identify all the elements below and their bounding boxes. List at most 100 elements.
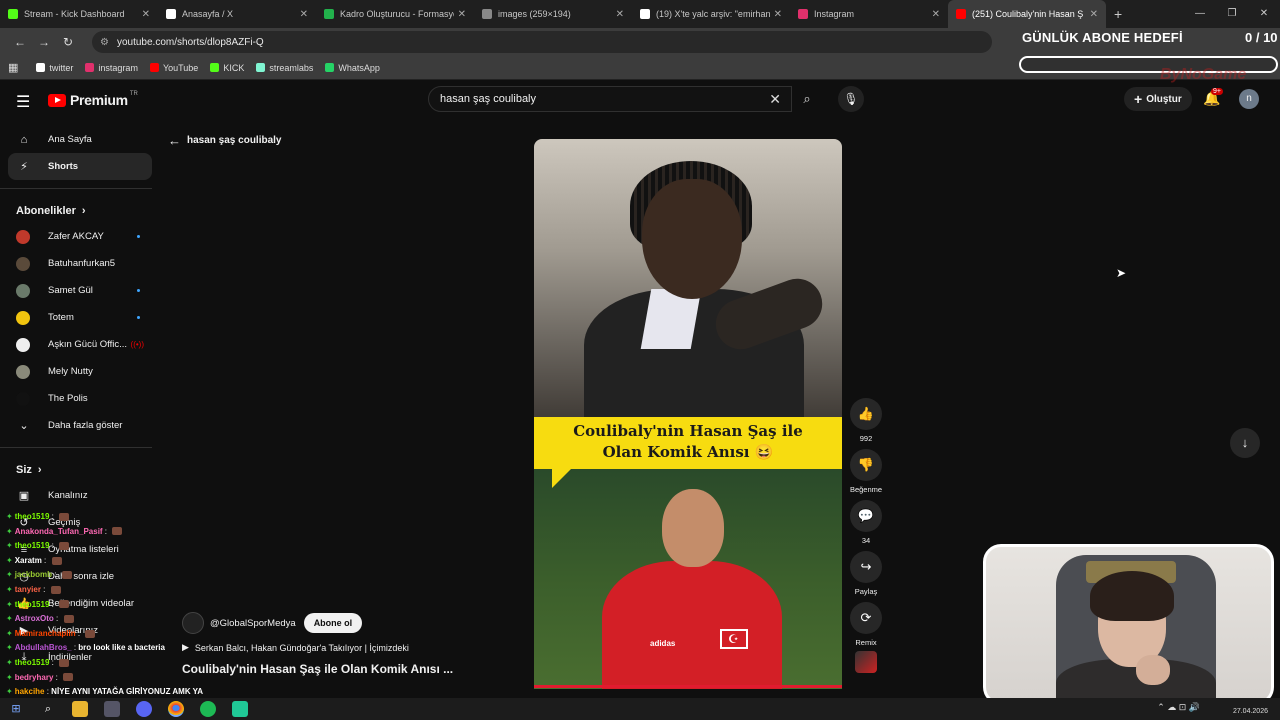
- next-short-arrow-icon[interactable]: ↓: [1230, 428, 1260, 458]
- short-video-player[interactable]: adidas Coulibaly'nin Hasan Şaş ile Olan …: [534, 139, 842, 689]
- back-to-search[interactable]: ← hasan şaş coulibaly: [168, 133, 282, 148]
- chrome-icon[interactable]: [168, 701, 184, 717]
- sidebar-item[interactable]: ⚡ Shorts: [8, 153, 152, 180]
- short-title[interactable]: Coulibaly'nin Hasan Şaş ile Olan Komik A…: [182, 662, 453, 676]
- file-explorer-icon[interactable]: [72, 701, 88, 717]
- channel-avatar: [16, 391, 30, 406]
- tab-title: images (259×194): [498, 9, 571, 19]
- close-tab-icon[interactable]: ✕: [1090, 9, 1098, 20]
- subscription-item[interactable]: Totem: [8, 304, 152, 331]
- new-tab-icon[interactable]: +: [1114, 6, 1122, 22]
- emote-icon: [63, 673, 74, 682]
- bookmark-item[interactable]: KICK: [210, 63, 244, 73]
- remix-action[interactable]: ⟳ Remix: [848, 602, 884, 673]
- subscription-item[interactable]: Batuhanfurkan5: [8, 250, 152, 277]
- notifications-icon[interactable]: 🔔 9+: [1203, 88, 1223, 107]
- sound-thumbnail[interactable]: [855, 651, 877, 673]
- sidebar-item[interactable]: ⌂ Ana Sayfa: [8, 126, 152, 153]
- subscription-item[interactable]: Samet Gül: [8, 277, 152, 304]
- browser-tab[interactable]: (251) Coulibaly'nin Hasan Ş ✕: [948, 0, 1106, 28]
- menu-icon[interactable]: ☰: [16, 92, 30, 112]
- like-action[interactable]: 👍 992: [848, 398, 884, 443]
- subscribe-button[interactable]: Abone ol: [303, 613, 363, 633]
- sidebar-item-label: Kanalınız: [48, 490, 88, 501]
- remix-icon[interactable]: ⟳: [850, 602, 882, 634]
- windows-start-icon[interactable]: ⊞: [8, 701, 24, 717]
- search-icon[interactable]: ⌕: [792, 86, 822, 112]
- goal-title: GÜNLÜK ABONE HEDEFİ: [1022, 30, 1183, 45]
- bookmark-item[interactable]: YouTube: [149, 63, 198, 73]
- chat-message: ✦ theo1519 :: [6, 539, 206, 554]
- browser-tab[interactable]: Kadro Oluşturucu - Formasyon ✕: [316, 0, 474, 28]
- app-icon[interactable]: [104, 701, 120, 717]
- browser-tab[interactable]: images (259×194) ✕: [474, 0, 632, 28]
- channel-name[interactable]: @GlobalSporMedya: [210, 618, 296, 629]
- close-tab-icon[interactable]: ✕: [458, 9, 466, 20]
- site-info-icon[interactable]: ⚙: [100, 37, 109, 48]
- subscription-item[interactable]: Zafer AKCAY: [8, 223, 152, 250]
- url-field[interactable]: ⚙ youtube.com/shorts/dlop8AZFi-Q: [92, 31, 992, 53]
- close-tab-icon[interactable]: ✕: [142, 9, 150, 20]
- maximize-icon[interactable]: ❐: [1216, 0, 1248, 28]
- clear-search-icon[interactable]: ✕: [769, 91, 781, 108]
- dislike-action[interactable]: 👎 Beğenme: [848, 449, 884, 494]
- share-action[interactable]: ↪ Paylaş: [848, 551, 884, 596]
- forward-arrow-icon[interactable]: →: [32, 35, 56, 49]
- create-button[interactable]: + Oluştur: [1124, 87, 1192, 111]
- banner-line-2: Olan Komik Anısı 😆: [602, 443, 774, 461]
- comments-action[interactable]: 💬 34: [848, 500, 884, 545]
- minimize-icon[interactable]: —: [1184, 0, 1216, 28]
- bookmark-item[interactable]: streamlabs: [256, 63, 313, 73]
- thumbs-down-icon[interactable]: 👎: [850, 449, 882, 481]
- share-icon[interactable]: ↪: [850, 551, 882, 583]
- subscriptions-heading[interactable]: Abonelikler ›: [8, 195, 152, 223]
- close-tab-icon[interactable]: ✕: [616, 9, 624, 20]
- close-tab-icon[interactable]: ✕: [300, 9, 308, 20]
- chat-username: AbdullahBros_: [14, 643, 72, 653]
- search-icon[interactable]: ⌕: [40, 701, 56, 717]
- apps-grid-icon[interactable]: ▦: [8, 61, 18, 74]
- banner-tail: [552, 468, 572, 488]
- bookmark-favicon-icon: [210, 63, 220, 72]
- bookmark-item[interactable]: twitter: [36, 63, 73, 73]
- browser-tab[interactable]: Anasayfa / X ✕: [158, 0, 316, 28]
- chat-text: bro look like a bacteria: [78, 643, 165, 653]
- system-tray[interactable]: ⌃ ☁ ⊡ 🔊: [1157, 702, 1200, 713]
- browser-tab[interactable]: (19) X'te yalc arşiv: "emirhan de ✕: [632, 0, 790, 28]
- search-input[interactable]: hasan şaş coulibaly ✕: [428, 86, 792, 112]
- you-heading[interactable]: Siz ›: [8, 454, 152, 482]
- dislike-label: Beğenme: [849, 485, 883, 494]
- microphone-icon[interactable]: 🎙: [838, 86, 864, 112]
- tab-title: Anasayfa / X: [182, 9, 234, 19]
- streamer-hand: [1136, 655, 1170, 685]
- video-progress-bar[interactable]: [534, 685, 842, 688]
- subscription-item[interactable]: Aşkın Gücü Offic... ((•)): [8, 331, 152, 358]
- browser-tab[interactable]: Stream - Kick Dashboard ✕: [0, 0, 158, 28]
- avatar[interactable]: n: [1239, 89, 1259, 109]
- browser-tab-bar: Stream - Kick Dashboard ✕ Anasayfa / X ✕ Kad…: [0, 0, 1280, 28]
- chat-username: theo1519: [14, 512, 50, 521]
- comment-icon[interactable]: 💬: [850, 500, 882, 532]
- tab-favicon-icon: [482, 9, 492, 19]
- bookmark-favicon-icon: [256, 63, 266, 72]
- sidebar-item[interactable]: ▣ Kanalınız: [8, 482, 152, 509]
- subscription-item[interactable]: Mely Nutty: [8, 358, 152, 385]
- discord-icon[interactable]: [136, 701, 152, 717]
- bookmark-item[interactable]: WhatsApp: [325, 63, 380, 73]
- back-arrow-icon[interactable]: ←: [8, 35, 32, 49]
- close-window-icon[interactable]: ✕: [1248, 0, 1280, 28]
- close-tab-icon[interactable]: ✕: [932, 9, 940, 20]
- subscription-item[interactable]: The Polis: [8, 385, 152, 412]
- app2-icon[interactable]: [232, 701, 248, 717]
- tab-favicon-icon: [166, 9, 176, 19]
- spotify-icon[interactable]: [200, 701, 216, 717]
- bookmark-item[interactable]: instagram: [85, 63, 138, 73]
- thumbs-up-icon[interactable]: 👍: [850, 398, 882, 430]
- youtube-logo[interactable]: Premium TR: [48, 91, 138, 108]
- reload-icon[interactable]: ↻: [56, 35, 80, 49]
- browser-tab[interactable]: Instagram ✕: [790, 0, 948, 28]
- subscription-label: Zafer AKCAY: [48, 231, 104, 242]
- music-row[interactable]: ▶ Serkan Balcı, Hakan Gündoğar'a Takılıy…: [182, 642, 453, 653]
- sidebar-item[interactable]: ⌄ Daha fazla göster: [8, 412, 152, 439]
- close-tab-icon[interactable]: ✕: [774, 9, 782, 20]
